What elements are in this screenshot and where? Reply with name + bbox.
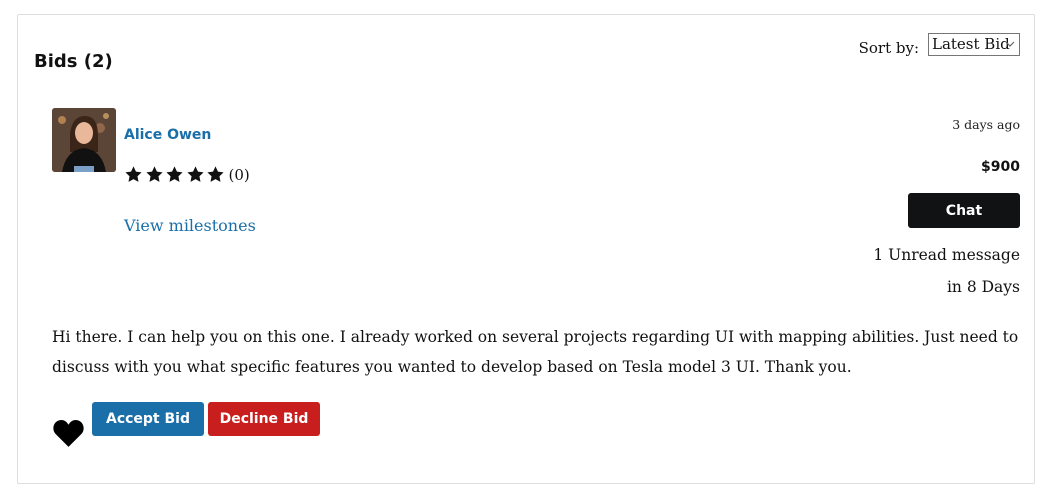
bid-timestamp: 3 days ago	[952, 117, 1020, 132]
rating: (0)	[124, 165, 250, 184]
bids-title: Bids (2)	[34, 51, 113, 72]
delivery-time: in 8 Days	[946, 278, 1020, 296]
star-icon	[166, 166, 183, 182]
sort-control: Sort by: Latest Bid	[859, 31, 1020, 57]
sort-select-value: Latest Bid	[932, 35, 1010, 53]
star-icon	[125, 166, 142, 182]
unread-messages: 1 Unread message	[873, 246, 1020, 264]
bid-amount: $900	[981, 159, 1020, 175]
star-icon	[207, 166, 224, 182]
star-icon	[145, 166, 163, 182]
sort-select[interactable]: Latest Bid	[928, 32, 1020, 56]
bidder-name-link[interactable]: Alice Owen	[124, 127, 211, 143]
view-milestones-link[interactable]: View milestones	[124, 216, 256, 235]
chevron-down-icon	[1005, 37, 1015, 54]
bid-description: Hi there. I can help you on this one. I …	[52, 328, 1019, 376]
heart-icon[interactable]	[52, 418, 85, 448]
chat-button[interactable]: Chat	[908, 193, 1020, 228]
accept-bid-button[interactable]: Accept Bid	[92, 402, 204, 436]
star-icon	[186, 166, 204, 182]
sort-label: Sort by:	[858, 39, 919, 57]
avatar[interactable]	[52, 108, 116, 172]
rating-count: (0)	[228, 165, 250, 184]
decline-bid-button[interactable]: Decline Bid	[208, 402, 320, 436]
